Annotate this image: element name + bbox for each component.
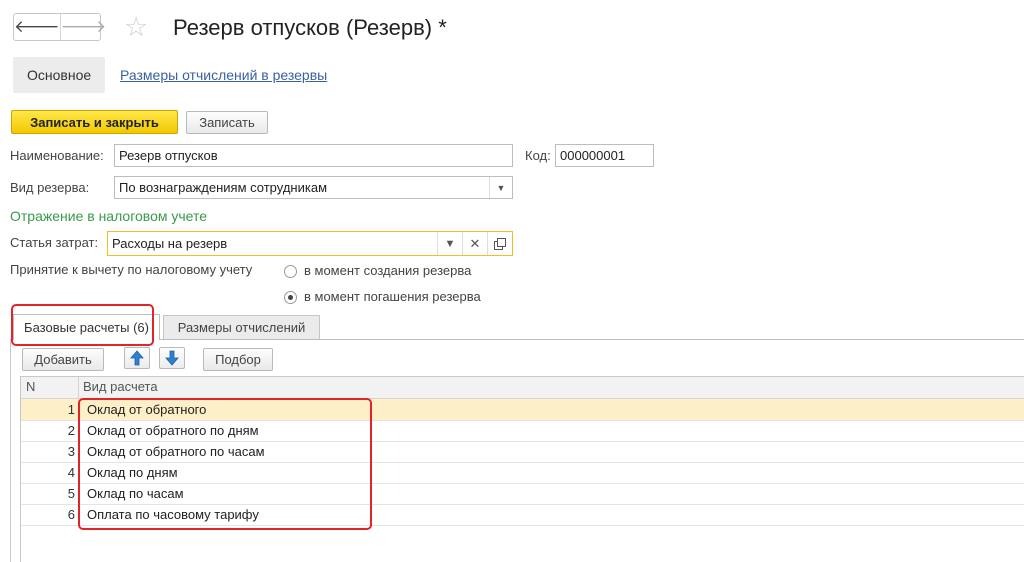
row-kind: Оклад от обратного по часам	[87, 444, 265, 459]
page-title: Резерв отпусков (Резерв) *	[173, 15, 447, 40]
reserve-type-select[interactable]: По вознаграждениям сотрудникам ▼	[114, 176, 513, 199]
radio-create-label: в момент создания резерва	[304, 263, 472, 278]
row-kind: Оклад по дням	[87, 465, 178, 480]
section-tax-title: Отражение в налоговом учете	[10, 208, 208, 224]
table-header: N Вид расчета	[21, 377, 1024, 399]
row-kind: Оклад от обратного	[87, 402, 207, 417]
history-nav: 🡐 🡒	[13, 13, 106, 41]
deduction-label: Принятие к вычету по налоговому учету	[10, 262, 253, 277]
arrow-up-icon	[130, 350, 144, 366]
reserve-type-value: По вознаграждениям сотрудникам	[119, 180, 328, 195]
row-number: 6	[21, 504, 79, 525]
table-row[interactable]: 5 Оклад по часам	[21, 483, 1024, 505]
tabs-divider	[10, 339, 1024, 340]
favorite-star-icon[interactable]: ☆	[124, 12, 148, 42]
tab-main[interactable]: Основное	[13, 57, 106, 93]
row-kind: Оклад по часам	[87, 486, 184, 501]
save-button[interactable]: Записать	[186, 111, 268, 134]
pick-button[interactable]: Подбор	[203, 348, 273, 371]
tab-reserve-rates-link[interactable]: Размеры отчислений в резервы	[120, 67, 327, 83]
save-and-close-button[interactable]: Записать и закрыть	[11, 110, 178, 134]
cost-item-value: Расходы на резерв	[112, 236, 228, 251]
arrow-down-icon	[165, 350, 179, 366]
chevron-down-icon[interactable]: ▼	[489, 177, 512, 198]
radio-payoff[interactable]	[284, 290, 297, 304]
code-label: Код:	[525, 148, 551, 163]
cost-item-field[interactable]: Расходы на резерв ▼ ✕	[107, 231, 513, 256]
radio-payoff-option[interactable]: в момент погашения резерва	[284, 289, 481, 305]
row-number: 1	[21, 399, 79, 420]
tab-panel-border	[10, 340, 11, 562]
forward-arrow-icon[interactable]: 🡒	[59, 14, 106, 40]
column-header-kind[interactable]: Вид расчета	[83, 377, 158, 397]
code-field[interactable]: 000000001	[555, 144, 654, 167]
row-kind: Оплата по часовому тарифу	[87, 507, 259, 522]
add-button[interactable]: Добавить	[22, 348, 104, 371]
reserve-type-label: Вид резерва:	[10, 180, 90, 195]
back-arrow-icon[interactable]: 🡐	[14, 14, 60, 40]
row-number: 5	[21, 483, 79, 504]
cost-item-label: Статья затрат:	[10, 235, 99, 250]
move-down-button[interactable]	[159, 347, 185, 369]
row-number: 2	[21, 420, 79, 441]
name-label: Наименование:	[10, 148, 104, 163]
row-number: 4	[21, 462, 79, 483]
tab-base-calculations[interactable]: Базовые расчеты (6)	[13, 314, 160, 340]
row-kind: Оклад от обратного по дням	[87, 423, 259, 438]
chevron-down-icon[interactable]: ▼	[437, 232, 462, 255]
open-icon[interactable]	[487, 232, 512, 255]
radio-create[interactable]	[284, 264, 297, 278]
clear-icon[interactable]: ✕	[462, 232, 487, 255]
table-row[interactable]: 1 Оклад от обратного	[21, 399, 1024, 421]
table-row[interactable]: 3 Оклад от обратного по часам	[21, 441, 1024, 463]
radio-payoff-label: в момент погашения резерва	[304, 289, 481, 304]
table-row[interactable]: 6 Оплата по часовому тарифу	[21, 504, 1024, 526]
tab-rates[interactable]: Размеры отчислений	[163, 315, 320, 339]
calculations-table: N Вид расчета 1 Оклад от обратного 2 Окл…	[20, 376, 1024, 562]
column-header-n[interactable]: N	[21, 377, 79, 398]
row-number: 3	[21, 441, 79, 462]
move-up-button[interactable]	[124, 347, 150, 369]
name-field[interactable]: Резерв отпусков	[114, 144, 513, 167]
radio-create-option[interactable]: в момент создания резерва	[284, 263, 471, 279]
table-row[interactable]: 2 Оклад от обратного по дням	[21, 420, 1024, 442]
table-row[interactable]: 4 Оклад по дням	[21, 462, 1024, 484]
